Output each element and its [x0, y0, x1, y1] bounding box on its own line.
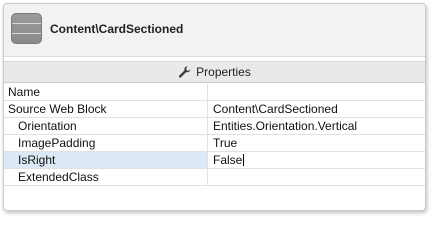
property-value-extended-class[interactable]: [208, 169, 425, 185]
property-value-source-web-block[interactable]: Content\CardSectioned: [208, 101, 425, 117]
property-value-image-padding[interactable]: True: [208, 135, 425, 151]
property-name: IsRight: [4, 152, 208, 168]
properties-tab-bar: Properties: [4, 61, 425, 83]
text-caret: [243, 154, 245, 166]
property-name: ImagePadding: [4, 135, 208, 151]
properties-panel: Content\CardSectioned Properties Name So…: [3, 3, 426, 211]
widget-header: Content\CardSectioned: [4, 4, 425, 57]
property-name: Source Web Block: [4, 101, 208, 117]
property-value-is-right: False: [213, 153, 243, 167]
widget-block-icon: [11, 13, 42, 44]
property-grid: Name Source Web Block Content\CardSectio…: [4, 84, 425, 186]
property-row-source-web-block[interactable]: Source Web Block Content\CardSectioned: [4, 101, 425, 118]
property-row-name[interactable]: Name: [4, 84, 425, 101]
property-row-image-padding[interactable]: ImagePadding True: [4, 135, 425, 152]
property-row-is-right[interactable]: IsRight False: [4, 152, 425, 169]
widget-title: Content\CardSectioned: [50, 22, 184, 36]
property-value-orientation[interactable]: Entities.Orientation.Vertical: [208, 118, 425, 134]
tab-properties-label: Properties: [196, 65, 251, 79]
tab-properties[interactable]: Properties: [178, 65, 251, 79]
property-name: ExtendedClass: [4, 169, 208, 185]
property-row-extended-class[interactable]: ExtendedClass: [4, 169, 425, 186]
property-name: Orientation: [4, 118, 208, 134]
property-value-is-right-editor[interactable]: False: [208, 152, 425, 168]
wrench-icon: [179, 66, 191, 78]
property-row-orientation[interactable]: Orientation Entities.Orientation.Vertica…: [4, 118, 425, 135]
property-value-name[interactable]: [208, 84, 425, 100]
property-name: Name: [4, 84, 208, 100]
